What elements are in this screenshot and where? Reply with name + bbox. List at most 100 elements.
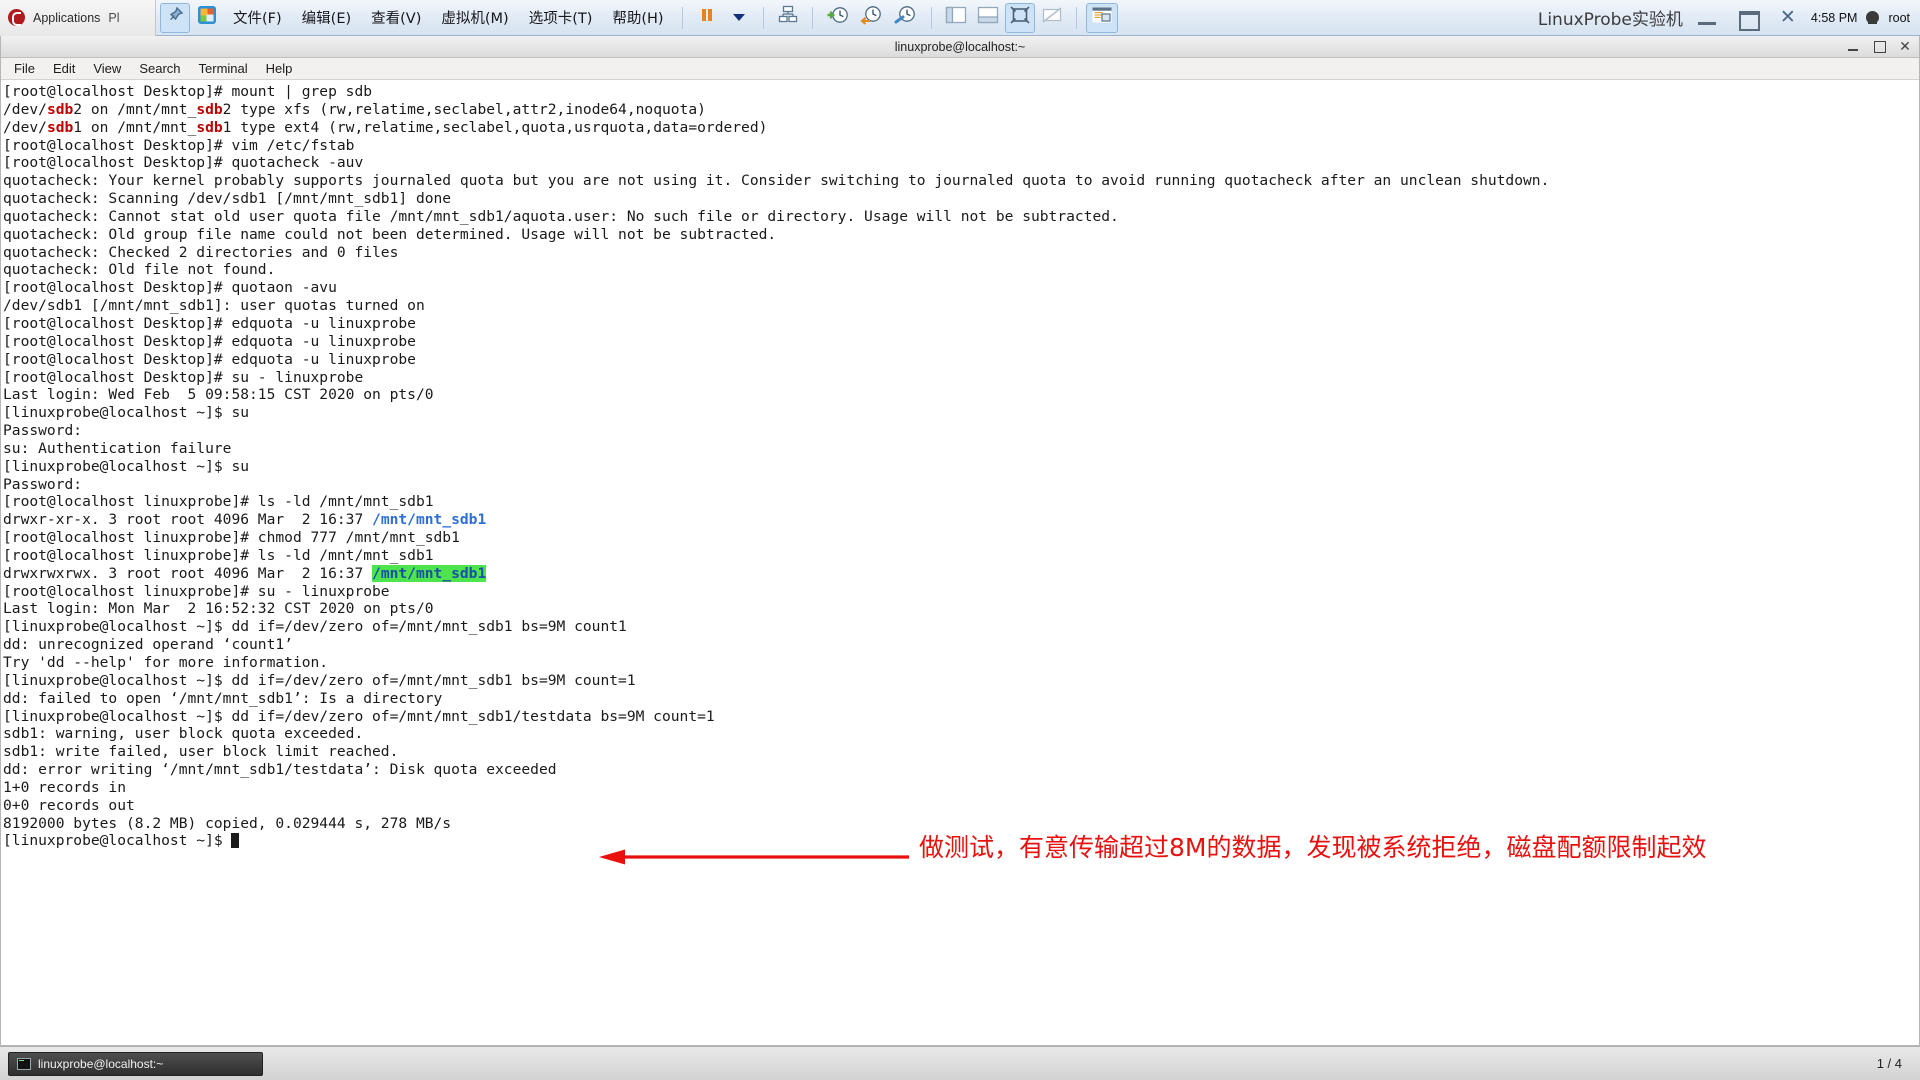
- terminal-line: [root@localhost Desktop]# quotacheck -au…: [3, 154, 1919, 172]
- terminal-text: /dev/sdb1 [/mnt/mnt_sdb1]: user quotas t…: [3, 297, 425, 315]
- places-menu[interactable]: Pl: [108, 11, 119, 25]
- terminal-title: linuxprobe@localhost:~: [894, 39, 1026, 54]
- pin-icon: [166, 6, 184, 29]
- terminal-line: [root@localhost Desktop]# quotaon -avu: [3, 279, 1919, 297]
- toolbar-separator-5: [1075, 6, 1077, 29]
- pin-button[interactable]: [160, 2, 190, 33]
- current-user-label[interactable]: root: [1888, 11, 1910, 25]
- vmware-app-button[interactable]: [192, 3, 222, 33]
- menu-edit[interactable]: 编辑(E): [293, 5, 360, 30]
- chevron-down-icon: [732, 14, 745, 21]
- pause-icon: [698, 6, 716, 29]
- show-thumbnail-button[interactable]: [973, 3, 1003, 33]
- terminal-icon: [17, 1057, 31, 1070]
- taskbar-window-button[interactable]: linuxprobe@localhost:~: [8, 1051, 263, 1076]
- terminal-menu-bar: File Edit View Search Terminal Help: [1, 58, 1919, 80]
- terminal-text: [root@localhost Desktop]# quotacheck -au…: [3, 154, 364, 172]
- show-sidebar-button[interactable]: [941, 3, 971, 33]
- terminal-line: sdb1: write failed, user block limit rea…: [3, 743, 1919, 761]
- console-view-icon: [1091, 6, 1113, 29]
- terminal-text: [root@localhost Desktop]# edquota -u lin…: [3, 350, 416, 368]
- fullscreen-icon: [1010, 6, 1030, 29]
- terminal-text: drwxrwxrwx. 3 root root 4096 Mar 2 16:37: [3, 564, 373, 582]
- red-arrow-left-icon: [599, 849, 909, 865]
- window-restore-button[interactable]: [1737, 10, 1760, 31]
- window-minimize-button[interactable]: [1697, 10, 1719, 26]
- terminal-line: Last login: Mon Mar 2 16:52:32 CST 2020 …: [3, 600, 1919, 618]
- taskbar-window-label: linuxprobe@localhost:~: [38, 1056, 164, 1071]
- terminal-line: drwxr-xr-x. 3 root root 4096 Mar 2 16:37…: [3, 511, 1919, 529]
- terminal-line: drwxrwxrwx. 3 root root 4096 Mar 2 16:37…: [3, 564, 1919, 583]
- terminal-cursor: [231, 833, 240, 849]
- terminal-text: [linuxprobe@localhost ~]$ su: [3, 404, 250, 422]
- terminal-window: linuxprobe@localhost:~ ✕ File Edit View …: [0, 36, 1920, 1046]
- terminal-line: [linuxprobe@localhost ~]$ su: [3, 458, 1919, 476]
- snapshot-manager-button[interactable]: [773, 3, 803, 33]
- terminal-menu-help[interactable]: Help: [258, 59, 301, 78]
- clock[interactable]: 4:58 PM: [1811, 11, 1858, 25]
- terminal-menu-edit[interactable]: Edit: [45, 59, 83, 78]
- unity-mode-button[interactable]: [1037, 3, 1067, 33]
- terminal-text: /dev/: [3, 118, 47, 136]
- snapshot-icon: [777, 5, 799, 30]
- terminal-colored-text: sdb: [46, 118, 74, 136]
- terminal-text: 8192000 bytes (8.2 MB) copied, 0.029444 …: [3, 814, 452, 832]
- terminal-text: 1 on /mnt/mnt_: [73, 118, 197, 136]
- menu-vm[interactable]: 虚拟机(M): [432, 5, 517, 30]
- terminal-text: [linuxprobe@localhost ~]$ dd if=/dev/zer…: [3, 671, 636, 689]
- fullscreen-button[interactable]: [1004, 2, 1035, 33]
- terminal-text: [root@localhost linuxprobe]# ls -ld /mnt…: [3, 546, 434, 564]
- terminal-menu-search[interactable]: Search: [131, 59, 188, 78]
- menu-edit-label: 编辑(E): [301, 11, 352, 27]
- terminal-text: [root@localhost linuxprobe]# ls -ld /mnt…: [3, 493, 434, 511]
- terminal-close-button[interactable]: ✕: [1897, 38, 1913, 54]
- annotation-text: 做测试，有意传输超过8M的数据，发现被系统拒绝，磁盘配额限制起效: [919, 833, 1707, 862]
- menu-file[interactable]: 文件(F): [224, 5, 291, 30]
- terminal-text: [linuxprobe@localhost ~]$: [3, 832, 232, 850]
- terminal-line: Password:: [3, 422, 1919, 440]
- terminal-text: [linuxprobe@localhost ~]$ dd if=/dev/zer…: [3, 707, 715, 725]
- menu-help-label: 帮助(H): [612, 11, 664, 27]
- terminal-text: Try 'dd --help' for more information.: [3, 654, 329, 671]
- terminal-text: [root@localhost Desktop]# vim /etc/fstab: [3, 136, 355, 154]
- terminal-text: Last login: Mon Mar 2 16:52:32 CST 2020 …: [3, 600, 434, 618]
- console-view-button[interactable]: [1085, 2, 1118, 33]
- terminal-line: quotacheck: Scanning /dev/sdb1 [/mnt/mnt…: [3, 190, 1919, 208]
- terminal-text: dd: unrecognized operand ‘count1’: [3, 636, 293, 654]
- terminal-text: quotacheck: Checked 2 directories and 0 …: [3, 243, 399, 261]
- toolbar-separator-2: [762, 6, 764, 29]
- menu-view[interactable]: 查看(V): [362, 5, 430, 30]
- terminal-text: [linuxprobe@localhost ~]$ dd if=/dev/zer…: [3, 618, 627, 636]
- vmware-window-controls: ✕: [1697, 8, 1811, 31]
- gnome-panel-left: Applications Pl: [0, 0, 156, 36]
- take-snapshot-button[interactable]: [822, 3, 854, 33]
- terminal-menu-view[interactable]: View: [85, 59, 129, 78]
- workspace-indicator[interactable]: 1 / 4: [1877, 1056, 1920, 1071]
- terminal-line: [root@localhost Desktop]# edquota -u lin…: [3, 351, 1919, 369]
- terminal-line: [root@localhost Desktop]# mount | grep s…: [3, 83, 1919, 101]
- terminal-text: 0+0 records out: [3, 796, 135, 814]
- terminal-text: quotacheck: Scanning /dev/sdb1 [/mnt/mnt…: [3, 190, 452, 208]
- terminal-line: [root@localhost linuxprobe]# ls -ld /mnt…: [3, 547, 1919, 565]
- terminal-menu-terminal[interactable]: Terminal: [191, 59, 256, 78]
- menu-help[interactable]: 帮助(H): [603, 5, 672, 30]
- terminal-line: sdb1: warning, user block quota exceeded…: [3, 725, 1919, 743]
- sidebar-icon: [945, 6, 967, 29]
- revert-snapshot-button[interactable]: [856, 3, 888, 33]
- menu-tabs-label: 选项卡(T): [528, 11, 593, 27]
- terminal-menu-file[interactable]: File: [6, 59, 43, 78]
- manage-snapshots-button[interactable]: [890, 3, 922, 33]
- terminal-line: dd: error writing ‘/mnt/mnt_sdb1/testdat…: [3, 761, 1919, 779]
- terminal-output[interactable]: [root@localhost Desktop]# mount | grep s…: [1, 80, 1919, 980]
- suspend-button[interactable]: [692, 3, 722, 33]
- applications-menu[interactable]: Applications: [33, 11, 100, 25]
- snapshot-manage-icon: [894, 5, 918, 30]
- terminal-maximize-button[interactable]: [1871, 38, 1887, 54]
- terminal-text: quotacheck: Old group file name could no…: [3, 225, 777, 243]
- window-close-button[interactable]: ✕: [1777, 8, 1799, 27]
- power-dropdown-button[interactable]: [724, 3, 754, 33]
- terminal-minimize-button[interactable]: [1845, 38, 1861, 54]
- menu-tabs[interactable]: 选项卡(T): [520, 5, 602, 30]
- terminal-text: [root@localhost Desktop]# mount | grep s…: [3, 83, 373, 100]
- terminal-line: /dev/sdb1 on /mnt/mnt_sdb1 type ext4 (rw…: [3, 119, 1919, 137]
